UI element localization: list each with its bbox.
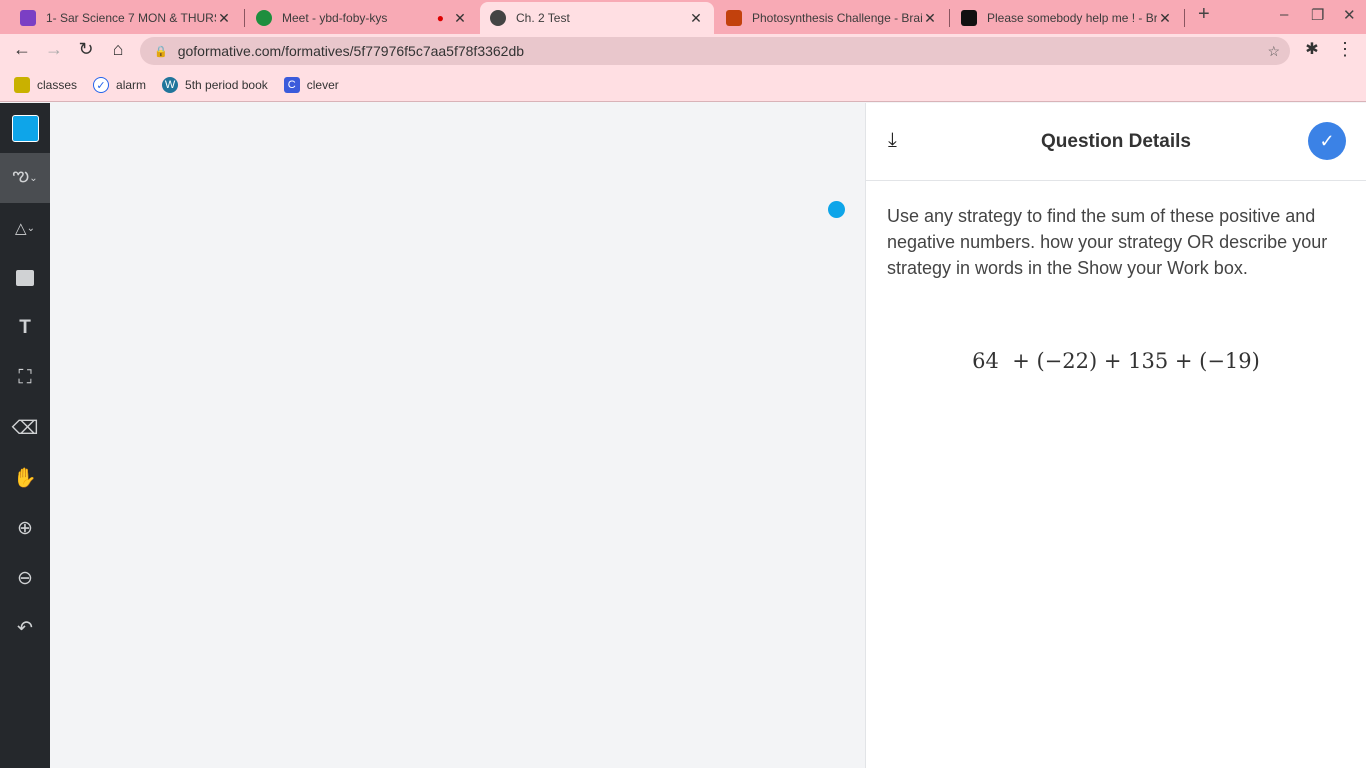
minimize-button[interactable]: – (1280, 6, 1288, 23)
tab-title: Please somebody help me ! - Brainly (987, 11, 1157, 25)
bookmark-classes[interactable]: classes (14, 76, 78, 93)
close-tab-icon[interactable]: ✕ (922, 10, 938, 27)
tab-title: Meet - ybd-foby-kys (282, 11, 388, 25)
tab-title: 1- Sar Science 7 MON & THURS (46, 11, 216, 25)
bookmark-clever[interactable]: Cclever (283, 76, 339, 93)
classroom-icon (20, 10, 36, 26)
drawing-toolbar: ఌ ⌄ △ ⌄ T ⛶ ⌫ ✋ ⊕ ⊖ ↶ (0, 103, 50, 768)
bookmark-label: clever (306, 77, 339, 92)
select-tool[interactable]: ⛶ (0, 353, 50, 403)
back-button[interactable]: ← (10, 39, 34, 60)
close-tab-icon[interactable]: ✕ (452, 10, 468, 27)
wordpress-icon: W (162, 76, 179, 93)
meet-icon (256, 10, 272, 26)
undo-tool[interactable]: ↶ (0, 603, 50, 653)
star-icon[interactable]: ☆ (1267, 43, 1280, 60)
pen-cursor (828, 201, 845, 218)
restore-button[interactable]: ❐ (1311, 6, 1324, 24)
tab-ch2-test[interactable]: Ch. 2 Test ✕ (480, 2, 714, 34)
browser-toolbar: ← → ↻ ⌂ 🔒 goformative.com/formatives/5f77… (0, 34, 1366, 68)
tab-brainly[interactable]: Please somebody help me ! - Brainly✕ (951, 2, 1183, 34)
tab-strip: 1- Sar Science 7 MON & THURS ✕ Meet - ybd… (0, 0, 1366, 34)
close-tab-icon[interactable]: ✕ (1157, 10, 1173, 27)
shapes-icon: △ (15, 220, 27, 237)
address-bar[interactable]: 🔒 goformative.com/formatives/5f77976f5c7a… (140, 37, 1290, 65)
url-text: goformative.com/formatives/5f77976f5c7aa… (177, 43, 525, 59)
question-details-panel: ⤓ Question Details ✓ Use any strategy to… (865, 103, 1366, 768)
brainly-icon (961, 10, 977, 26)
hand-icon: ✋ (13, 468, 37, 489)
eraser-icon: ⌫ (11, 417, 39, 439)
bookmark-label: classes (37, 77, 78, 92)
pen-tool[interactable]: ఌ ⌄ (0, 153, 50, 203)
eraser-tool[interactable]: ⌫ (0, 403, 50, 453)
pan-tool[interactable]: ✋ (0, 453, 50, 503)
forward-button[interactable]: → (42, 39, 66, 60)
text-icon: T (19, 317, 31, 338)
tab-meet[interactable]: Meet - ybd-foby-kys ● ✕ (246, 2, 478, 34)
menu-icon[interactable]: ⋮ (1333, 39, 1357, 60)
recording-icon: ● (436, 11, 444, 25)
clever-icon: C (283, 76, 300, 93)
classroom-icon (14, 76, 30, 93)
math-expression: 64 + (−22) + 135 + (−19) (972, 349, 1260, 373)
image-icon (16, 270, 34, 286)
extensions-icon[interactable]: ✱ (1300, 39, 1324, 59)
zoom-in-tool[interactable]: ⊕ (0, 503, 50, 553)
done-button[interactable]: ✓ (1308, 122, 1346, 160)
zoom-in-icon: ⊕ (17, 517, 33, 539)
undo-icon: ↶ (17, 617, 33, 639)
tab-photosynthesis[interactable]: Photosynthesis Challenge - Brainly ✕ (716, 2, 948, 34)
image-tool[interactable] (0, 253, 50, 303)
bookmark-label: 5th period book (185, 77, 268, 92)
formative-icon (490, 10, 506, 26)
game-icon (726, 10, 742, 26)
bookmarks-bar: classes ✓ alarm W 5th period book Cclever (0, 68, 1366, 102)
bookmark-5th-period-book[interactable]: W 5th period book (162, 76, 268, 93)
lock-icon: 🔒 (154, 45, 168, 58)
shapes-tool[interactable]: △ ⌄ (0, 203, 50, 253)
fullscreen-icon: ⛶ (18, 367, 32, 388)
bookmark-label: alarm (116, 77, 147, 92)
close-window-button[interactable]: ✕ (1343, 6, 1356, 24)
reload-button[interactable]: ↻ (74, 39, 98, 60)
check-icon: ✓ (93, 76, 110, 93)
panel-title: Question Details (1041, 131, 1191, 152)
close-tab-icon[interactable]: ✕ (216, 10, 232, 27)
new-tab-button[interactable]: + (1198, 3, 1210, 26)
tab-classroom[interactable]: 1- Sar Science 7 MON & THURS ✕ (10, 2, 242, 34)
zoom-out-tool[interactable]: ⊖ (0, 553, 50, 603)
check-icon: ✓ (1319, 131, 1335, 151)
drawing-canvas[interactable] (50, 103, 865, 768)
tab-title: Photosynthesis Challenge - Brainly (752, 11, 922, 25)
home-button[interactable]: ⌂ (106, 39, 130, 60)
zoom-out-icon: ⊖ (17, 567, 33, 589)
text-tool[interactable]: T (0, 303, 50, 353)
tab-title: Ch. 2 Test (516, 11, 570, 25)
pen-icon: ఌ (12, 165, 30, 186)
close-tab-icon[interactable]: ✕ (688, 10, 704, 27)
bookmark-alarm[interactable]: ✓ alarm (93, 76, 147, 93)
question-text: Use any strategy to find the sum of thes… (887, 206, 1328, 278)
color-swatch[interactable] (0, 103, 50, 153)
